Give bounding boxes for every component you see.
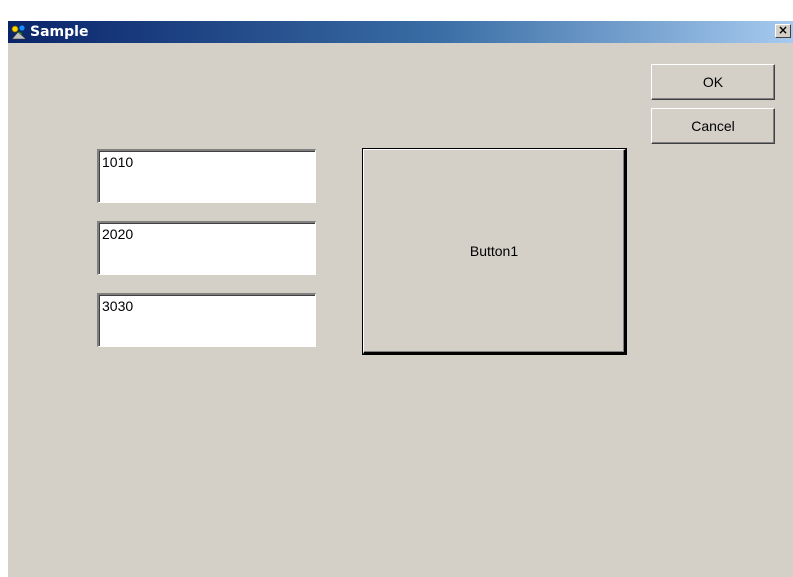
- dialog-window: Sample × OK Cancel 1010 2020 3030 Button…: [8, 21, 793, 577]
- app-icon[interactable]: [10, 23, 28, 41]
- button1[interactable]: Button1: [363, 149, 626, 354]
- window-title: Sample: [30, 24, 89, 40]
- title-bar[interactable]: Sample ×: [8, 21, 793, 43]
- text-field-3[interactable]: 3030: [97, 293, 316, 347]
- text-field-2[interactable]: 2020: [97, 221, 316, 275]
- cancel-button[interactable]: Cancel: [651, 108, 775, 144]
- text-field-1[interactable]: 1010: [97, 149, 316, 203]
- close-icon[interactable]: ×: [775, 24, 791, 38]
- ok-button[interactable]: OK: [651, 64, 775, 100]
